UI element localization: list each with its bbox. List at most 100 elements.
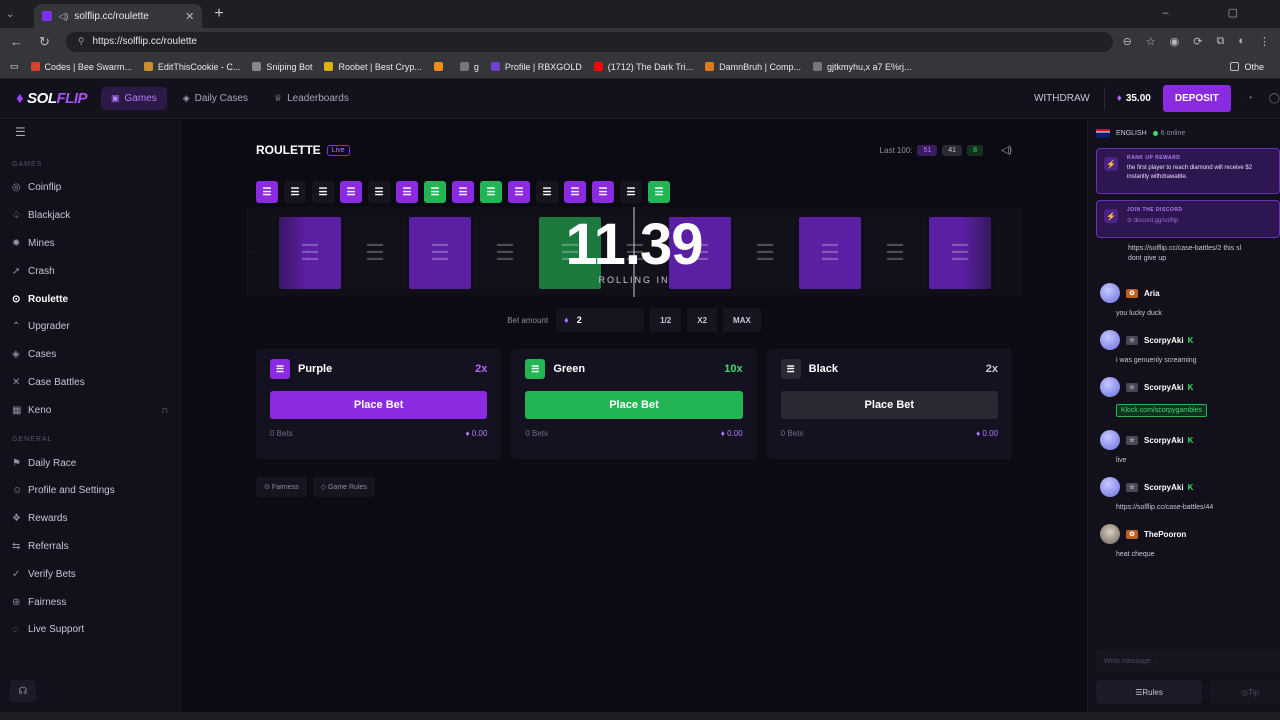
bookmark-item[interactable]: Sniping Bot <box>252 62 312 72</box>
logo-flip: FLIP <box>56 90 88 107</box>
games-nav-button[interactable]: ▣ Games <box>101 87 167 110</box>
new-tab-button[interactable]: + <box>214 5 223 23</box>
message-text: dont give up <box>1128 255 1167 263</box>
avatar[interactable] <box>1100 377 1120 398</box>
browser-tab[interactable]: ◁) solflip.cc/roulette ✕ <box>34 4 203 28</box>
bet-amount-input[interactable]: ♦ 2 <box>556 308 645 332</box>
extensions-icon[interactable]: ⧉ <box>1216 35 1224 48</box>
menu-icon[interactable]: ⋮ <box>1259 35 1270 48</box>
bookmark-label: Roobet | Best Cryp... <box>338 61 422 72</box>
sidebar-item-case-battles[interactable]: ✕ Case Battles <box>0 369 180 397</box>
fairness-button[interactable]: ⊙ Fairness <box>256 477 307 497</box>
double-bet-button[interactable]: X2 <box>687 308 718 332</box>
zoom-icon[interactable]: ⊖ <box>1123 35 1132 48</box>
chat-username[interactable]: ScorpyAki <box>1144 436 1184 445</box>
sidebar-item-cases[interactable]: ◈ Cases <box>0 341 180 369</box>
sidebar-item-coinflip[interactable]: ◎ Coinflip <box>0 174 180 202</box>
place-bet-purple-button[interactable]: Place Bet <box>270 391 488 419</box>
sidebar-item-live-support[interactable]: ◌ Live Support <box>0 616 180 644</box>
sidebar-item-mines[interactable]: ✹ Mines <box>0 230 180 258</box>
site-info-icon[interactable]: ⚲ <box>78 36 85 47</box>
withdraw-button[interactable]: WITHDRAW <box>1020 87 1105 110</box>
solflip-logo[interactable]: ♦ SOL FLIP <box>16 90 87 107</box>
profile-icon[interactable]: ◐ <box>1238 35 1245 48</box>
address-bar-row: ← ↻ ⚲ https://solflip.cc/roulette ⊖ ☆ ◉ … <box>0 28 1280 55</box>
half-bet-button[interactable]: 1/2 <box>650 308 682 332</box>
reload-icon[interactable]: ↻ <box>39 34 50 50</box>
chat-username[interactable]: Aria <box>1144 289 1160 298</box>
bookmark-item[interactable]: gjtkmyhu,x a7 E%rj... <box>812 62 912 72</box>
message-text: https://solflip.cc/case-battles/44 <box>1116 504 1214 512</box>
sidebar-item-label: Keno <box>28 404 52 416</box>
bet-color-name: Green <box>553 363 586 375</box>
bookmark-item[interactable]: Profile | RBXGOLD <box>490 62 582 72</box>
sidebar-item-blackjack[interactable]: ♤ Blackjack <box>0 202 180 230</box>
back-icon[interactable]: ← <box>10 34 23 49</box>
bomb-icon: ✹ <box>12 237 21 249</box>
bookmark-item[interactable]: EditThisCookie - C... <box>143 62 240 72</box>
speaker-icon[interactable]: ◁) <box>58 11 68 22</box>
avatar[interactable] <box>1100 330 1120 351</box>
tip-button[interactable]: ◎ Tip <box>1210 680 1280 704</box>
apps-icon[interactable]: ▭ <box>10 61 19 72</box>
sidebar-item-keno[interactable]: ▦ Keno ⊓ <box>0 396 180 424</box>
other-bookmarks[interactable]: Othe <box>1230 62 1268 72</box>
chat-message: ☆ ScorpyAki Ki was genuenly screaming <box>1100 329 1274 364</box>
bookmark-item[interactable]: Roobet | Best Cryp... <box>324 61 422 72</box>
countdown-timer: 11.39 <box>565 212 704 277</box>
sidebar-item-roulette[interactable]: ⊙ Roulette <box>0 285 180 313</box>
bell-icon[interactable]: ◔ <box>1247 93 1253 104</box>
avatar[interactable] <box>1100 524 1120 545</box>
headset-icon[interactable]: ☊ <box>10 680 36 702</box>
chat-toggle-icon[interactable]: ◯ <box>1269 93 1280 104</box>
avatar[interactable] <box>1100 477 1120 498</box>
chat-language[interactable]: ENGLISH <box>1116 130 1147 137</box>
sidebar-item-rewards[interactable]: ❖ Rewards <box>0 505 180 533</box>
sidebar-item-referrals[interactable]: ⇆ Referrals <box>0 533 180 561</box>
deposit-button[interactable]: DEPOSIT <box>1162 85 1231 112</box>
max-bet-button[interactable]: MAX <box>723 308 761 332</box>
sidebar-item-daily-race[interactable]: ⚑ Daily Race <box>0 449 180 477</box>
rank-badge-icon: ☆ <box>1126 335 1138 345</box>
history-green-tile: ☰ <box>648 181 670 203</box>
sidebar-item-upgrader[interactable]: ⌃ Upgrader <box>0 313 180 341</box>
bookmark-item[interactable]: (1712) The Dark Tri... <box>593 62 693 72</box>
bookmark-item[interactable] <box>433 62 448 71</box>
extension-icon[interactable]: ◉ <box>1170 35 1180 48</box>
bookmark-item[interactable]: Codes | Bee Swarm... <box>30 62 132 72</box>
chat-message: ✪ Aria you lucky duck <box>1100 282 1274 317</box>
sidebar-item-crash[interactable]: ➚ Crash <box>0 257 180 285</box>
chat-rules-button[interactable]: ☰ Rules <box>1096 680 1202 704</box>
discord-link[interactable]: ⊘ discord.gg/solflip <box>1127 217 1271 224</box>
sidebar-item-label: Coinflip <box>28 182 62 194</box>
place-bet-black-button[interactable]: Place Bet <box>780 391 998 419</box>
bookmark-item[interactable]: g <box>459 62 479 72</box>
sidebar-item-verify-bets[interactable]: ✓ Verify Bets <box>0 560 180 588</box>
chat-input[interactable]: Write message... <box>1096 650 1280 672</box>
chat-username[interactable]: ThePooron <box>1144 530 1186 539</box>
game-rules-button[interactable]: ◇ Game Rules <box>312 477 375 497</box>
sound-icon[interactable]: ◁) <box>1001 145 1012 156</box>
star-icon[interactable]: ☆ <box>1146 35 1156 48</box>
daily-cases-nav-button[interactable]: ◈ Daily Cases <box>173 87 258 110</box>
chat-username[interactable]: ScorpyAki <box>1144 483 1184 492</box>
sidebar-item-profile-and-settings[interactable]: ☺ Profile and Settings <box>0 477 180 505</box>
window-controls[interactable]: – ▢ <box>1162 6 1266 19</box>
bookmark-item[interactable]: DamnBruh | Comp... <box>705 62 801 72</box>
tab-search-icon[interactable]: ⌄ <box>6 9 14 20</box>
leaderboards-nav-button[interactable]: ♕ Leaderboards <box>264 87 359 110</box>
place-bet-green-button[interactable]: Place Bet <box>525 391 743 419</box>
avatar[interactable] <box>1100 430 1120 451</box>
close-tab-icon[interactable]: ✕ <box>185 10 194 23</box>
chat-username[interactable]: ScorpyAki <box>1144 383 1184 392</box>
hamburger-icon[interactable]: ☰ <box>0 120 180 153</box>
url-field[interactable]: ⚲ https://solflip.cc/roulette <box>65 31 1113 52</box>
kick-link[interactable]: K kick.com/scorpygambles <box>1116 404 1207 418</box>
chat-message: ☆ ScorpyAki K K kick.com/scorpygambles <box>1100 376 1274 418</box>
sidebar-item-fairness[interactable]: ⊛ Fairness <box>0 588 180 616</box>
url-text: https://solflip.cc/roulette <box>92 36 198 47</box>
roulette-reel: ☰☰☰☰☰☰☰☰☰☰☰☰☰☰ 11.39 ROLLING IN <box>246 207 1022 297</box>
sync-icon[interactable]: ⟳ <box>1193 35 1202 48</box>
avatar[interactable] <box>1100 283 1120 304</box>
chat-username[interactable]: ScorpyAki <box>1144 336 1184 345</box>
